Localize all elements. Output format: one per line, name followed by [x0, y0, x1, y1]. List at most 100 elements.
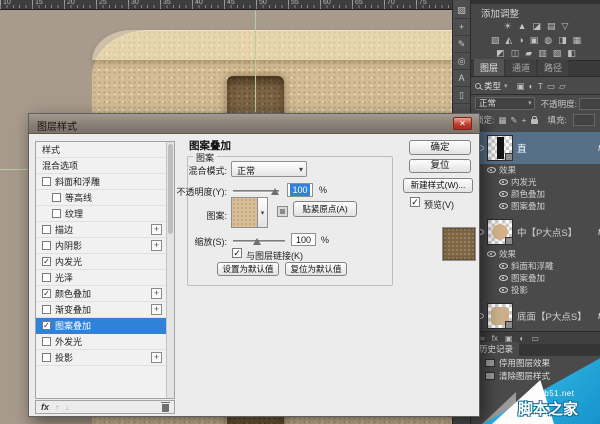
adjustment-icon[interactable]: ▣	[530, 34, 539, 46]
style-checkbox[interactable]	[52, 209, 61, 218]
add-instance-icon[interactable]	[151, 288, 162, 299]
layer-row[interactable]: 底面【P大点S】 fx	[471, 300, 600, 331]
add-instance-icon[interactable]	[151, 304, 162, 315]
layer-row[interactable]: 内发光	[471, 176, 600, 188]
style-checkbox[interactable]	[52, 193, 61, 202]
layer-row[interactable]: 斜面和浮雕	[471, 260, 600, 272]
adjustment-icon[interactable]: ◫	[511, 47, 520, 59]
visibility-toggle[interactable]	[483, 167, 499, 173]
pattern-swatch[interactable]	[231, 197, 258, 228]
snap-to-origin-button[interactable]: 贴紧原点(A)	[293, 201, 357, 217]
layer-row[interactable]: 直 fx	[471, 132, 600, 164]
style-item[interactable]: 样式	[36, 142, 174, 158]
blend-mode-dropdown[interactable]: 正常	[231, 161, 307, 177]
style-item[interactable]: 图案叠加	[36, 318, 174, 334]
adjustment-icon[interactable]: ◨	[558, 34, 567, 46]
style-checkbox[interactable]	[42, 289, 51, 298]
visibility-toggle[interactable]	[483, 251, 499, 257]
lock-all-icon[interactable]	[531, 119, 538, 124]
layer-row[interactable]: 投影	[471, 284, 600, 296]
visibility-toggle[interactable]	[495, 275, 511, 281]
adjustment-icon[interactable]: ◩	[496, 47, 505, 59]
move-down-icon[interactable]: ↓	[65, 403, 69, 412]
style-item[interactable]: 光泽	[36, 270, 174, 286]
set-default-button[interactable]: 设置为默认值	[217, 262, 279, 276]
new-style-button[interactable]: 新建样式(W)...	[403, 178, 473, 193]
delete-style-icon[interactable]	[162, 404, 169, 412]
adjustment-icon[interactable]: ▧	[491, 34, 500, 46]
panel-tab[interactable]: 通道	[506, 59, 536, 76]
tool-icon[interactable]: +	[454, 19, 470, 36]
visibility-toggle[interactable]	[495, 191, 511, 197]
layer-row[interactable]: 图案叠加	[471, 272, 600, 284]
style-item[interactable]: 投影	[36, 350, 174, 366]
move-up-icon[interactable]: ↑	[55, 403, 59, 412]
lock-option-icon[interactable]: ✎	[510, 115, 517, 125]
layer-row[interactable]: 图案叠加	[471, 200, 600, 212]
style-checkbox[interactable]	[42, 273, 51, 282]
filter-kind-icon[interactable]: ◐	[529, 81, 534, 92]
tool-icon[interactable]: ▯	[454, 87, 470, 104]
layer-row[interactable]: 颜色叠加	[471, 188, 600, 200]
layer-row[interactable]: 效果	[471, 164, 600, 176]
adjustment-icon[interactable]: ▲	[518, 20, 527, 32]
ok-button[interactable]: 确定	[409, 140, 471, 155]
opacity-value-field[interactable]: 100	[287, 183, 313, 197]
adjustment-icon[interactable]: ▨	[553, 47, 562, 59]
adjustment-icon[interactable]: ▽	[562, 20, 569, 32]
lock-option-icon[interactable]: +	[522, 115, 527, 125]
fill-value-box[interactable]	[573, 114, 595, 126]
adjustment-icon[interactable]: ◧	[567, 47, 576, 59]
layer-row[interactable]: 中【P大点S】 fx	[471, 216, 600, 248]
adjustment-icon[interactable]: ◪	[533, 20, 542, 32]
adjustment-icon[interactable]: ◍	[544, 34, 552, 46]
visibility-toggle[interactable]	[495, 287, 511, 293]
style-item[interactable]: 颜色叠加	[36, 286, 174, 302]
filter-kind-icon[interactable]: ▭	[547, 81, 555, 92]
panel-tab[interactable]: 图层	[474, 59, 504, 76]
opacity-value-box[interactable]	[579, 98, 600, 110]
layers-footer-icon[interactable]: ◐	[520, 333, 525, 344]
style-checkbox[interactable]	[42, 241, 51, 250]
visibility-toggle[interactable]	[495, 263, 511, 269]
new-preset-icon[interactable]	[277, 206, 288, 217]
tool-icon[interactable]: ✎	[454, 36, 470, 53]
history-item[interactable]: 清除图层样式	[471, 369, 600, 382]
preview-checkbox[interactable]	[410, 197, 420, 207]
adjustment-icon[interactable]: ▥	[538, 47, 547, 59]
add-instance-icon[interactable]	[151, 352, 162, 363]
layer-thumbnail[interactable]	[487, 135, 513, 161]
reset-button[interactable]: 复位	[409, 159, 471, 173]
layers-footer-icon[interactable]: ▭	[531, 333, 539, 344]
style-item[interactable]: 外发光	[36, 334, 174, 350]
visibility-toggle[interactable]	[495, 179, 511, 185]
scale-slider-thumb[interactable]	[253, 238, 261, 245]
opacity-slider-thumb[interactable]	[271, 188, 279, 195]
tool-icon[interactable]: ▧	[454, 2, 470, 19]
adjustment-icon[interactable]: ◭	[505, 34, 512, 46]
reset-default-button[interactable]: 复位为默认值	[285, 262, 347, 276]
panel-tab[interactable]: 路径	[538, 59, 568, 76]
style-checkbox[interactable]	[42, 225, 51, 234]
adjustment-icon[interactable]: ☀	[504, 20, 512, 32]
style-checkbox[interactable]	[42, 321, 51, 330]
style-checkbox[interactable]	[42, 353, 51, 362]
style-item[interactable]: 内发光	[36, 254, 174, 270]
layer-row[interactable]: 效果	[471, 248, 600, 260]
layer-thumbnail[interactable]	[487, 219, 513, 245]
adjustment-icon[interactable]: ▤	[547, 20, 556, 32]
filter-kind-icon[interactable]: ▱	[559, 81, 566, 92]
blend-mode-select[interactable]: 正常	[475, 97, 535, 110]
visibility-toggle[interactable]	[495, 203, 511, 209]
style-checkbox[interactable]	[42, 305, 51, 314]
filter-type-dropdown[interactable]: 类型	[484, 80, 501, 92]
history-item[interactable]: 停用图层效果	[471, 356, 600, 369]
styles-scrollbar[interactable]	[166, 142, 174, 398]
scale-value-field[interactable]: 100	[291, 233, 316, 246]
layer-thumbnail[interactable]	[487, 303, 513, 329]
style-item[interactable]: 渐变叠加	[36, 302, 174, 318]
tool-icon[interactable]: ◎	[454, 53, 470, 70]
lock-option-icon[interactable]: ▦	[498, 115, 506, 125]
style-checkbox[interactable]	[42, 337, 51, 346]
adjustment-icon[interactable]: ▦	[573, 34, 582, 46]
